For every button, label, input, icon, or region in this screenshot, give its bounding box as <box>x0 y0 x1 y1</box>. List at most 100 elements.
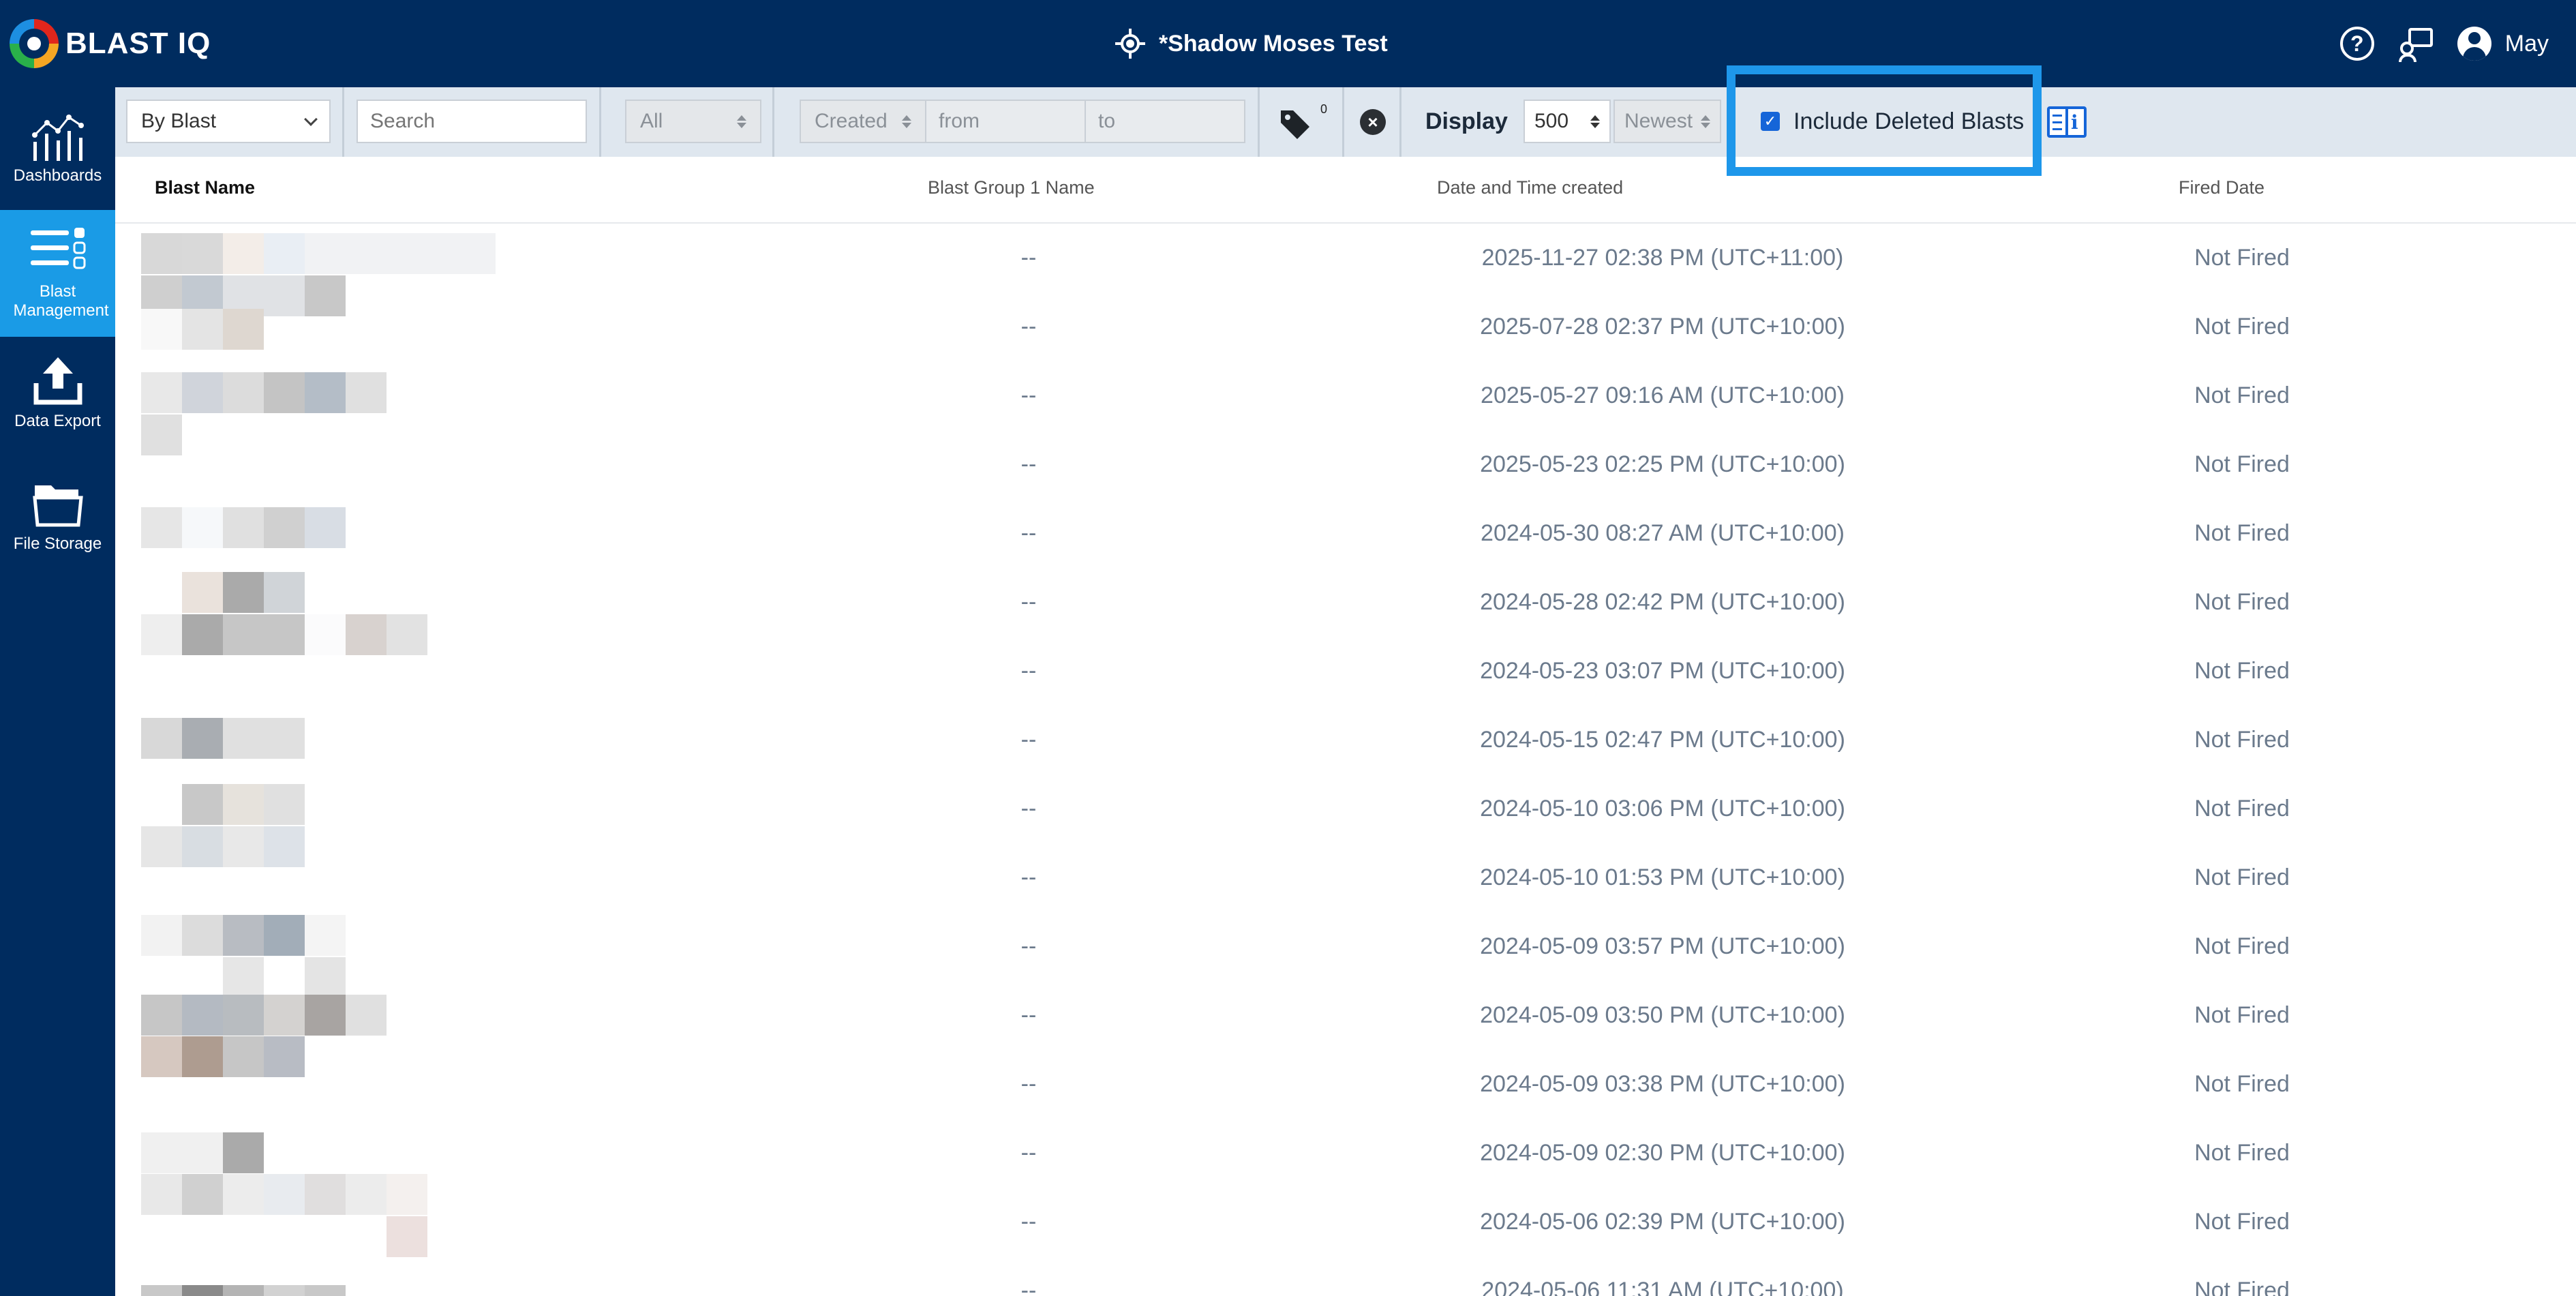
redacted-name-block <box>141 309 182 350</box>
redacted-name-block <box>223 1036 264 1077</box>
table-row[interactable]: -- 2025-05-23 02:25 PM (UTC+10:00) Not Fir… <box>115 430 2576 499</box>
blast-group-cell: -- <box>1020 864 1037 890</box>
date-from-input[interactable]: from <box>925 100 1086 143</box>
display-count-select[interactable]: 500 <box>1524 100 1611 143</box>
redacted-name-block <box>264 915 305 956</box>
sort-updown-icon <box>902 115 911 128</box>
blast-group-cell: -- <box>1020 314 1037 340</box>
date-from-placeholder: from <box>939 110 980 132</box>
blast-group-cell: -- <box>1020 796 1037 822</box>
redacted-name-block <box>141 233 182 274</box>
blast-name-cell[interactable] <box>141 706 659 774</box>
table-row[interactable]: -- 2024-05-15 02:47 PM (UTC+10:00) Not Fir… <box>115 706 2576 774</box>
table-row[interactable]: -- 2024-05-09 03:57 PM (UTC+10:00) Not Fir… <box>115 912 2576 998</box>
blast-name-cell[interactable] <box>141 361 659 455</box>
tag-count-badge: 0 <box>1320 102 1328 116</box>
redacted-name-block <box>141 915 182 956</box>
blast-name-cell[interactable] <box>141 637 659 706</box>
table-row[interactable]: -- 2024-05-09 02:30 PM (UTC+10:00) Not Fir… <box>115 1119 2576 1188</box>
fired-date-cell: Not Fired <box>2194 796 2290 822</box>
filter-toolbar: By Blast All Created from to 0 <box>115 87 2576 157</box>
date-to-input[interactable]: to <box>1085 100 1245 143</box>
blast-group-cell: -- <box>1020 1071 1037 1097</box>
table-row[interactable]: -- 2024-05-23 03:07 PM (UTC+10:00) Not Fir… <box>115 637 2576 706</box>
blast-group-cell: -- <box>1020 382 1037 408</box>
redacted-name-block <box>223 1174 264 1215</box>
table-row[interactable]: -- 2024-05-09 03:50 PM (UTC+10:00) Not Fir… <box>115 981 2576 1050</box>
blast-name-cell[interactable] <box>141 292 659 361</box>
redacted-name-block <box>141 507 182 548</box>
tag-filter-button[interactable]: 0 <box>1278 102 1333 140</box>
clear-filters-icon[interactable]: × <box>1360 109 1386 135</box>
sidebar-item-dashboards[interactable]: Dashboards <box>0 108 115 210</box>
blast-name-cell[interactable] <box>141 224 659 316</box>
fired-date-cell: Not Fired <box>2194 1140 2290 1166</box>
user-menu[interactable]: May <box>2457 27 2549 61</box>
table-row[interactable]: -- 2025-07-28 02:37 PM (UTC+10:00) Not Fir… <box>115 292 2576 361</box>
fired-date-cell: Not Fired <box>2194 933 2290 959</box>
toolbar-divider <box>1342 87 1344 157</box>
redacted-name-block <box>264 1285 305 1296</box>
top-right-actions: ? May <box>2339 23 2549 64</box>
table-row[interactable]: -- 2024-05-30 08:27 AM (UTC+10:00) Not Fir… <box>115 499 2576 568</box>
column-header-blast-name[interactable]: Blast Name <box>155 177 255 198</box>
app-root: BLAST IQ *Shadow Moses Test ? May Dashbo… <box>0 0 2576 1296</box>
table-row[interactable]: -- 2025-11-27 02:38 PM (UTC+11:00) Not Fir… <box>115 224 2576 316</box>
group-by-value: By Blast <box>141 110 217 132</box>
column-header-fired-date[interactable]: Fired Date <box>2179 177 2264 198</box>
project-selector[interactable]: *Shadow Moses Test <box>1115 25 1388 63</box>
support-chat-icon[interactable] <box>2398 27 2433 62</box>
sort-updown-icon <box>1590 115 1600 128</box>
status-filter-select[interactable]: All <box>625 100 761 143</box>
search-input[interactable] <box>357 100 587 143</box>
column-header-created[interactable]: Date and Time created <box>1437 177 1623 198</box>
redacted-name-block <box>223 309 264 350</box>
redacted-name-block <box>182 372 223 413</box>
created-date-cell: 2025-11-27 02:38 PM (UTC+11:00) <box>1481 245 1844 271</box>
table-row[interactable]: -- 2024-05-10 03:06 PM (UTC+10:00) Not Fir… <box>115 774 2576 867</box>
column-header-blast-group[interactable]: Blast Group 1 Name <box>928 177 1095 198</box>
table-row[interactable]: -- 2024-05-09 03:38 PM (UTC+10:00) Not Fir… <box>115 1036 2576 1119</box>
redacted-name-block <box>141 1132 182 1173</box>
help-guide-book-icon[interactable]: i <box>2047 106 2087 138</box>
sidebar-item-file-storage[interactable]: File Storage <box>0 476 115 578</box>
group-by-select[interactable]: By Blast <box>126 100 331 143</box>
blast-name-cell[interactable] <box>141 568 659 655</box>
redacted-name-block <box>141 1036 182 1077</box>
sidebar-item-blast-management[interactable]: Blast Management <box>0 210 115 337</box>
table-row[interactable]: -- 2024-05-28 02:42 PM (UTC+10:00) Not Fir… <box>115 568 2576 655</box>
created-date-cell: 2024-05-23 03:07 PM (UTC+10:00) <box>1480 658 1845 684</box>
created-date-cell: 2024-05-06 11:31 AM (UTC+10:00) <box>1481 1278 1844 1296</box>
blast-name-cell[interactable] <box>141 1036 659 1119</box>
created-date-cell: 2024-05-09 03:57 PM (UTC+10:00) <box>1480 933 1845 959</box>
sidebar-item-data-export[interactable]: Data Export <box>0 353 115 455</box>
blast-name-cell[interactable] <box>141 499 659 568</box>
table-row[interactable]: -- 2024-05-06 11:31 AM (UTC+10:00) Not Fir… <box>115 1256 2576 1296</box>
sort-order-select[interactable]: Newest <box>1613 100 1721 143</box>
sort-updown-icon <box>737 115 746 128</box>
blast-name-cell[interactable] <box>141 1174 659 1257</box>
fired-date-cell: Not Fired <box>2194 1071 2290 1097</box>
redacted-name-block <box>264 995 305 1036</box>
redacted-name-block <box>223 1132 264 1173</box>
created-date-cell: 2024-05-30 08:27 AM (UTC+10:00) <box>1481 520 1845 546</box>
blastiq-logo[interactable]: BLAST IQ <box>10 18 211 70</box>
date-field-select[interactable]: Created <box>800 100 926 143</box>
table-row[interactable]: -- 2024-05-06 02:39 PM (UTC+10:00) Not Fir… <box>115 1174 2576 1257</box>
blast-name-cell[interactable] <box>141 1256 659 1296</box>
redacted-name-block <box>346 995 387 1036</box>
fired-date-cell: Not Fired <box>2194 589 2290 615</box>
help-icon[interactable]: ? <box>2339 27 2374 61</box>
table-row[interactable]: -- 2025-05-27 09:16 AM (UTC+10:00) Not Fir… <box>115 361 2576 455</box>
redacted-name-block <box>264 233 305 274</box>
blast-name-cell[interactable] <box>141 774 659 867</box>
fired-date-cell: Not Fired <box>2194 520 2290 546</box>
sidebar-item-label: Dashboards <box>13 166 102 185</box>
table-row[interactable]: -- 2024-05-10 01:53 PM (UTC+10:00) Not Fir… <box>115 843 2576 912</box>
top-bar: BLAST IQ *Shadow Moses Test ? May <box>0 0 2576 87</box>
toolbar-divider <box>1399 87 1401 157</box>
blast-name-cell[interactable] <box>141 843 659 912</box>
redacted-name-block <box>141 1285 182 1296</box>
blast-name-cell[interactable] <box>141 912 659 998</box>
blast-name-cell[interactable] <box>141 430 659 499</box>
